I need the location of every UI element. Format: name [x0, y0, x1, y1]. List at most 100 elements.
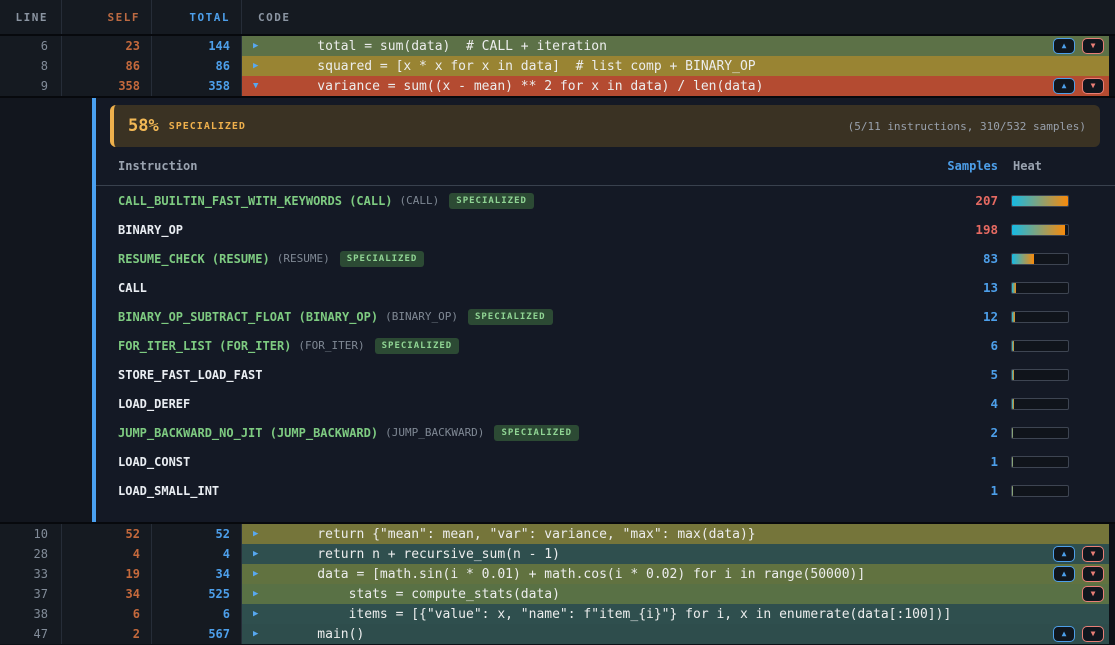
code-cell[interactable]: ▶ data = [math.sin(i * 0.01) + math.cos(…: [242, 564, 1109, 584]
nav-up-button[interactable]: ▲: [1053, 546, 1075, 562]
nav-down-button[interactable]: ▼: [1082, 38, 1104, 54]
instruction-row: JUMP_BACKWARD_NO_JIT (JUMP_BACKWARD) (JU…: [96, 418, 1115, 447]
code-rows-bottom: 10 52 52 ▶ return {"mean": mean, "var": …: [0, 524, 1115, 644]
code-row: 47 2 567 ▶ main() ▲ ▼: [0, 624, 1115, 644]
expand-toggle-icon[interactable]: ▶: [253, 610, 263, 619]
code-row: 28 4 4 ▶ return n + recursive_sum(n - 1)…: [0, 544, 1115, 564]
column-header-code: CODE: [242, 0, 1115, 34]
specialized-badge: SPECIALIZED: [449, 193, 534, 209]
instruction-name-cell: STORE_FAST_LOAD_FAST: [118, 368, 928, 382]
column-header-total[interactable]: TOTAL: [152, 0, 242, 34]
code-text: squared = [x * x for x in data] # list c…: [286, 59, 756, 74]
instruction-name: CALL_BUILTIN_FAST_WITH_KEYWORDS (CALL): [118, 194, 393, 208]
line-number: 47: [0, 624, 62, 644]
expand-toggle-icon[interactable]: ▶: [253, 530, 263, 539]
code-text: variance = sum((x - mean) ** 2 for x in …: [286, 79, 763, 94]
nav-buttons: ▲ ▼: [1053, 78, 1104, 94]
code-cell[interactable]: ▶ return n + recursive_sum(n - 1) ▲ ▼: [242, 544, 1109, 564]
samples-value: 4: [928, 396, 998, 411]
instruction-name-cell: BINARY_OP_SUBTRACT_FLOAT (BINARY_OP) (BI…: [118, 309, 928, 325]
self-samples: 2: [62, 624, 152, 644]
code-text: stats = compute_stats(data): [286, 587, 560, 602]
heat-bar: [1011, 485, 1069, 497]
nav-down-button[interactable]: ▼: [1082, 566, 1104, 582]
instruction-name: RESUME_CHECK (RESUME): [118, 252, 270, 266]
code-cell[interactable]: ▶ total = sum(data) # CALL + iteration ▲…: [242, 36, 1109, 56]
instruction-name: LOAD_SMALL_INT: [118, 484, 219, 498]
column-header-self[interactable]: SELF: [62, 0, 152, 34]
samples-value: 13: [928, 280, 998, 295]
code-cell[interactable]: ▶ return {"mean": mean, "var": variance,…: [242, 524, 1109, 544]
nav-down-button[interactable]: ▼: [1082, 586, 1104, 602]
line-number: 8: [0, 56, 62, 76]
heat-bar: [1011, 282, 1069, 294]
instruction-name-cell: RESUME_CHECK (RESUME) (RESUME) SPECIALIZ…: [118, 251, 928, 267]
expand-toggle-icon[interactable]: ▶: [253, 42, 263, 51]
samples-value: 207: [928, 193, 998, 208]
self-samples: 6: [62, 604, 152, 624]
line-number: 10: [0, 524, 62, 544]
self-samples: 358: [62, 76, 152, 96]
instruction-row: CALL_BUILTIN_FAST_WITH_KEYWORDS (CALL) (…: [96, 186, 1115, 215]
heat-bar-fill: [1012, 370, 1014, 380]
column-header-samples[interactable]: Samples: [928, 159, 998, 173]
code-cell[interactable]: ▶ main() ▲ ▼: [242, 624, 1109, 644]
expand-toggle-icon[interactable]: ▶: [253, 630, 263, 639]
nav-up-button[interactable]: ▲: [1053, 626, 1075, 642]
samples-value: 83: [928, 251, 998, 266]
nav-down-button[interactable]: ▼: [1082, 626, 1104, 642]
code-cell[interactable]: ▶ stats = compute_stats(data) ▼: [242, 584, 1109, 604]
nav-buttons: ▲ ▼: [1053, 566, 1104, 582]
expand-toggle-icon[interactable]: ▶: [253, 62, 263, 71]
table-header-row: LINE SELF TOTAL CODE: [0, 0, 1115, 36]
heat-bar-fill: [1012, 254, 1034, 264]
nav-down-button[interactable]: ▼: [1082, 546, 1104, 562]
specialized-badge: SPECIALIZED: [494, 425, 579, 441]
nav-up-button[interactable]: ▲: [1053, 78, 1075, 94]
total-samples: 567: [152, 624, 242, 644]
total-samples: 525: [152, 584, 242, 604]
profiler-view: LINE SELF TOTAL CODE 6 23 144 ▶ total = …: [0, 0, 1115, 645]
code-rows-top: 6 23 144 ▶ total = sum(data) # CALL + it…: [0, 36, 1115, 96]
samples-value: 1: [928, 454, 998, 469]
total-samples: 86: [152, 56, 242, 76]
column-header-line: LINE: [0, 0, 62, 34]
instruction-table-header: Instruction Samples Heat: [96, 147, 1115, 186]
samples-value: 1: [928, 483, 998, 498]
nav-down-button[interactable]: ▼: [1082, 78, 1104, 94]
instruction-name-cell: LOAD_DEREF: [118, 397, 928, 411]
self-samples: 86: [62, 56, 152, 76]
instruction-name: FOR_ITER_LIST (FOR_ITER): [118, 339, 291, 353]
expand-toggle-icon[interactable]: ▶: [253, 570, 263, 579]
instruction-row: LOAD_DEREF 4: [96, 389, 1115, 418]
instruction-row: BINARY_OP 198: [96, 215, 1115, 244]
self-samples: 19: [62, 564, 152, 584]
total-samples: 358: [152, 76, 242, 96]
base-opcode-label: (BINARY_OP): [385, 310, 458, 323]
code-text: total = sum(data) # CALL + iteration: [286, 39, 607, 54]
base-opcode-label: (JUMP_BACKWARD): [385, 426, 484, 439]
expand-toggle-icon[interactable]: ▶: [253, 550, 263, 559]
heat-bar: [1011, 427, 1069, 439]
expand-toggle-icon[interactable]: ▼: [253, 82, 263, 91]
code-cell[interactable]: ▶ squared = [x * x for x in data] # list…: [242, 56, 1109, 76]
code-cell[interactable]: ▶ items = [{"value": x, "name": f"item_{…: [242, 604, 1109, 624]
nav-up-button[interactable]: ▲: [1053, 566, 1075, 582]
instruction-table-body: CALL_BUILTIN_FAST_WITH_KEYWORDS (CALL) (…: [96, 186, 1115, 505]
heat-bar-fill: [1012, 312, 1015, 322]
heat-bar: [1011, 340, 1069, 352]
code-row: 10 52 52 ▶ return {"mean": mean, "var": …: [0, 524, 1115, 544]
base-opcode-label: (CALL): [400, 194, 440, 207]
instruction-name: STORE_FAST_LOAD_FAST: [118, 368, 263, 382]
expand-toggle-icon[interactable]: ▶: [253, 590, 263, 599]
line-number: 37: [0, 584, 62, 604]
instruction-row: STORE_FAST_LOAD_FAST 5: [96, 360, 1115, 389]
nav-up-button[interactable]: ▲: [1053, 38, 1075, 54]
code-text: return {"mean": mean, "var": variance, "…: [286, 527, 756, 542]
line-number: 6: [0, 36, 62, 56]
specialization-panel: 58% SPECIALIZED (5/11 instructions, 310/…: [96, 98, 1115, 522]
code-cell[interactable]: ▼ variance = sum((x - mean) ** 2 for x i…: [242, 76, 1109, 96]
instruction-name-cell: FOR_ITER_LIST (FOR_ITER) (FOR_ITER) SPEC…: [118, 338, 928, 354]
heat-bar-fill: [1012, 457, 1013, 467]
specialized-label: SPECIALIZED: [169, 121, 246, 132]
